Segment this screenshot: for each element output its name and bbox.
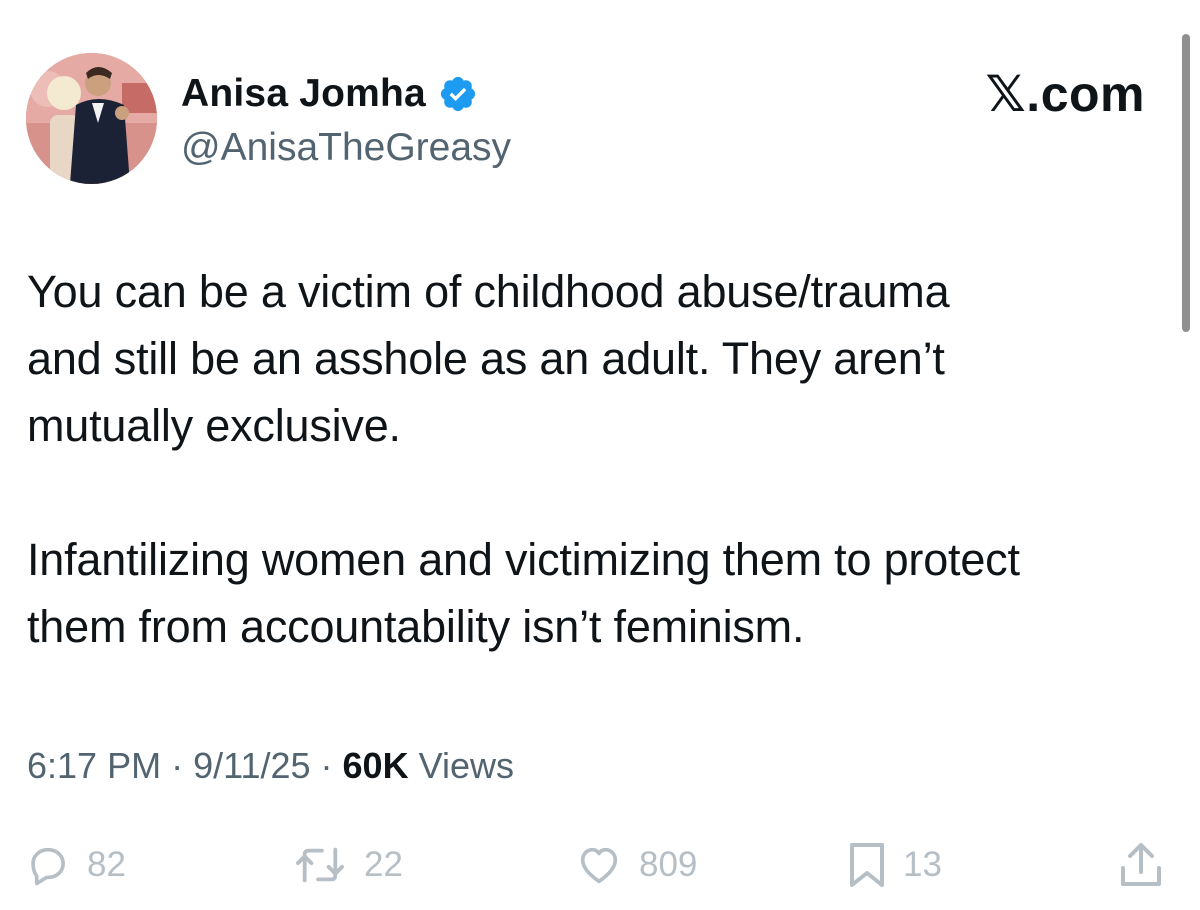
display-name[interactable]: Anisa Jomha [181,70,426,118]
tweet-line: and still be an asshole as an adult. The… [27,333,945,384]
like-button[interactable]: 809 [575,835,697,895]
tweet-text: You can be a victim of childhood abuse/t… [27,258,1187,660]
repost-count: 22 [364,845,403,884]
tweet-paragraph-2: Infantilizing women and victimizing them… [27,526,1187,660]
tweet-time[interactable]: 6:17 PM [27,745,161,786]
repost-button[interactable]: 22 [292,835,403,895]
site-watermark: 𝕏.com [985,66,1145,122]
like-count: 809 [639,845,698,884]
bookmark-icon [850,843,884,887]
tweet-line: them from accountability isn’t feminism. [27,601,805,652]
bookmark-count: 13 [903,845,942,884]
tweet-meta: 6:17 PM · 9/11/25 · 60K Views [27,742,514,790]
action-bar: 82 22 809 13 [0,835,1200,895]
meta-separator: · [310,745,343,786]
meta-separator: · [161,745,194,786]
tweet-line: Infantilizing women and victimizing them… [27,534,1020,585]
share-button[interactable] [1118,835,1164,895]
verified-badge-icon[interactable] [438,74,478,114]
author-avatar[interactable] [26,53,157,184]
author-name-row: Anisa Jomha [181,70,478,118]
bookmark-button[interactable]: 13 [847,835,942,895]
reply-icon [31,847,65,886]
repost-icon [296,847,344,883]
tweet-line: You can be a victim of childhood abuse/t… [27,266,950,317]
tweet-date[interactable]: 9/11/25 [193,745,310,786]
views-label: Views [408,745,514,786]
reply-count: 82 [87,845,126,884]
views-count: 60K [342,745,409,786]
author-handle[interactable]: @AnisaTheGreasy [181,124,511,172]
like-icon [580,847,618,884]
reply-button[interactable]: 82 [25,835,126,895]
tweet-paragraph-1: You can be a victim of childhood abuse/t… [27,258,1187,459]
share-icon [1121,843,1161,886]
tweet-line: mutually exclusive. [27,400,401,451]
